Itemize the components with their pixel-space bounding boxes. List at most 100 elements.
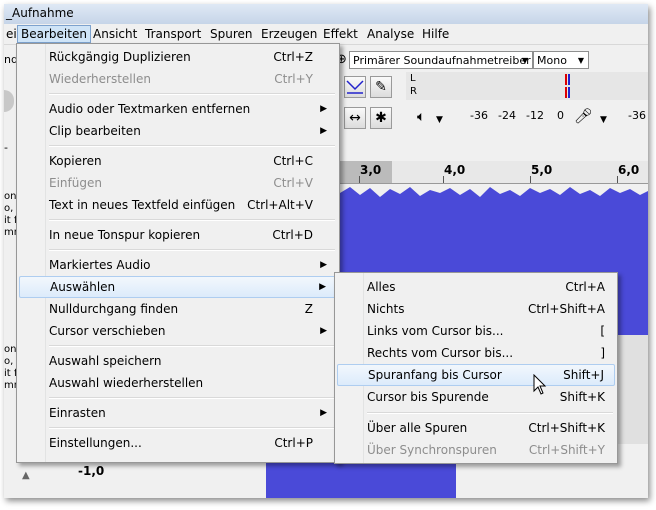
menu-item-cursor-to-track-end[interactable]: Cursor bis Spurende Shift+K — [337, 386, 615, 408]
ruler-tick — [617, 176, 618, 183]
ruler-label: 6,0 — [618, 163, 640, 177]
menu-item-preferences[interactable]: Einstellungen... Ctrl+P — [19, 432, 337, 454]
menu-item-label: Rückgängig Duplizieren — [49, 50, 191, 64]
submenu-arrow-icon: ▶ — [320, 326, 327, 336]
menu-item-shortcut: Ctrl+Z — [273, 50, 313, 64]
meter-scale-tick: 0 — [557, 109, 564, 122]
menu-item-select-none[interactable]: Nichts Ctrl+Shift+A — [337, 298, 615, 320]
meter-left-label: L — [410, 73, 416, 84]
menu-item-snap[interactable]: Einrasten ▶ — [19, 402, 337, 424]
play-button-edge[interactable] — [4, 90, 14, 112]
menu-item-label: In neue Tonspur kopieren — [49, 228, 201, 242]
menu-item-shortcut: Shift+K — [559, 390, 605, 404]
channels-select[interactable]: Mono ▼ — [533, 51, 589, 69]
multi-tool-button[interactable]: ✱ — [370, 107, 392, 129]
menu-spuren[interactable]: Spuren — [207, 26, 256, 42]
menu-item-label: Audio oder Textmarken entfernen — [49, 102, 251, 116]
level-meter[interactable]: L R — [406, 72, 648, 100]
menu-item-sync-tracks: Über Synchronspuren Ctrl+Shift+Y — [337, 439, 615, 461]
meter-scale-tick: -36 — [628, 109, 646, 122]
menu-item-copy[interactable]: Kopieren Ctrl+C — [19, 150, 337, 172]
menu-item-label: Einfügen — [49, 176, 102, 190]
menu-item-label: Über alle Spuren — [367, 421, 468, 435]
meter-peak-left-blue — [568, 74, 570, 85]
ruler-tick — [359, 176, 360, 183]
submenu-arrow-icon: ▶ — [319, 282, 326, 292]
menu-item-paste-text[interactable]: Text in neues Textfeld einfügen Ctrl+Alt+… — [19, 194, 337, 216]
mouse-pointer-icon — [533, 374, 547, 395]
menu-item-label: Auswählen — [50, 280, 116, 294]
menu-item-label: Auswahl speichern — [49, 354, 162, 368]
menu-item-find-zero-crossing[interactable]: Nulldurchgang finden Z — [19, 298, 337, 320]
menu-separator — [49, 145, 335, 147]
menu-bearbeiten[interactable]: Bearbeiten — [17, 25, 91, 43]
menu-item-marked-audio[interactable]: Markiertes Audio ▶ — [19, 254, 337, 276]
menu-item-label: Clip bearbeiten — [49, 124, 141, 138]
menu-item-track-start-to-cursor[interactable]: Spuranfang bis Cursor Shift+J — [337, 364, 615, 386]
menu-item-shortcut: Ctrl+Shift+A — [528, 302, 605, 316]
menu-hilfe[interactable]: Hilfe — [419, 26, 452, 42]
menu-transport[interactable]: Transport — [142, 26, 204, 42]
menu-item-select-all[interactable]: Alles Ctrl+A — [337, 276, 615, 298]
edit-menu: Rückgängig Duplizieren Ctrl+Z Wiederherst… — [16, 43, 340, 463]
menu-item-shortcut: Ctrl+V — [273, 176, 313, 190]
collapse-track-arrow-icon[interactable]: ▲ — [22, 470, 30, 481]
menu-item-undo[interactable]: Rückgängig Duplizieren Ctrl+Z — [19, 46, 337, 68]
menu-effekt[interactable]: Effekt — [320, 26, 361, 42]
draw-tool-button[interactable]: ✎ — [370, 76, 392, 98]
menu-item-shortcut: Ctrl+A — [565, 280, 605, 294]
menu-item-left-of-cursor[interactable]: Links vom Cursor bis... [ — [337, 320, 615, 342]
window-title: _Aufnahme — [6, 6, 74, 20]
menu-item-select[interactable]: Auswählen ▶ — [19, 276, 337, 298]
menu-item-redo: Wiederherstellen Ctrl+Y — [19, 68, 337, 90]
menu-item-save-selection[interactable]: Auswahl speichern — [19, 350, 337, 372]
menu-item-label: Spuranfang bis Cursor — [368, 368, 502, 382]
menu-item-label: Auswahl wiederherstellen — [49, 376, 204, 390]
menu-item-label: Einrasten — [49, 406, 106, 420]
playback-meter-dropdown-icon[interactable]: ▼ — [436, 115, 443, 125]
menu-item-label: Alles — [367, 280, 396, 294]
app-window: _Aufnahme ei Bearbeiten Ansicht Transpor… — [4, 4, 648, 498]
asterisk-icon: ✱ — [375, 110, 387, 126]
menu-item-copy-to-new-track[interactable]: In neue Tonspur kopieren Ctrl+D — [19, 224, 337, 246]
menu-item-label: Nulldurchgang finden — [49, 302, 179, 316]
submenu-arrow-icon: ▶ — [320, 126, 327, 136]
menu-item-remove-audio[interactable]: Audio oder Textmarken entfernen ▶ — [19, 98, 337, 120]
vertical-scale-value: -1,0 — [78, 464, 105, 478]
ruler-label: 4,0 — [444, 163, 466, 177]
menu-item-shortcut: Ctrl+Shift+K — [528, 421, 605, 435]
menu-item-paste: Einfügen Ctrl+V — [19, 172, 337, 194]
menu-ansicht[interactable]: Ansicht — [90, 26, 140, 42]
ruler-label: 5,0 — [531, 163, 553, 177]
meter-scale-tick: -24 — [498, 109, 516, 122]
menu-item-move-cursor[interactable]: Cursor verschieben ▶ — [19, 320, 337, 342]
menu-item-label: Über Synchronspuren — [367, 443, 497, 457]
meter-scale-tick: -36 — [470, 109, 488, 122]
menu-item-all-tracks[interactable]: Über alle Spuren Ctrl+Shift+K — [337, 417, 615, 439]
meter-peak-right — [565, 87, 567, 98]
menu-separator — [49, 427, 335, 429]
menu-analyse[interactable]: Analyse — [364, 26, 417, 42]
meter-right-label: R — [410, 86, 417, 97]
speaker-icon: 🔈︎ — [417, 109, 426, 125]
submenu-arrow-icon: ▶ — [320, 408, 327, 418]
recording-device-select[interactable]: Primärer Soundaufnahmetreiber ▼ — [349, 51, 533, 69]
ruler-label: 3,0 — [360, 163, 382, 177]
menu-item-right-of-cursor[interactable]: Rechts vom Cursor bis...] — [337, 342, 615, 364]
timeshift-tool-button[interactable]: ↔ — [344, 107, 366, 129]
menu-item-edit-clip[interactable]: Clip bearbeiten ▶ — [19, 120, 337, 142]
menu-item-shortcut: Ctrl+Shift+Y — [528, 443, 605, 457]
menu-bar: ei Bearbeiten Ansicht Transport Spuren E… — [4, 24, 648, 45]
record-meter-dropdown-icon[interactable]: ▼ — [600, 115, 607, 125]
menu-item-label: Nichts — [367, 302, 405, 316]
recording-device-value: Primärer Soundaufnahmetreiber — [353, 54, 531, 67]
timeline-ruler[interactable]: 3,0 4,0 5,0 6,0 — [340, 161, 648, 184]
envelope-tool-button[interactable] — [344, 76, 366, 98]
menu-item-restore-selection[interactable]: Auswahl wiederherstellen — [19, 372, 337, 394]
meter-peak-right-blue — [568, 87, 570, 98]
menu-item-label: Links vom Cursor bis... — [367, 324, 504, 338]
menu-separator — [49, 345, 335, 347]
menu-item-shortcut: Shift+J — [563, 368, 604, 382]
arrows-horizontal-icon: ↔ — [349, 110, 361, 126]
menu-erzeugen[interactable]: Erzeugen — [258, 26, 320, 42]
